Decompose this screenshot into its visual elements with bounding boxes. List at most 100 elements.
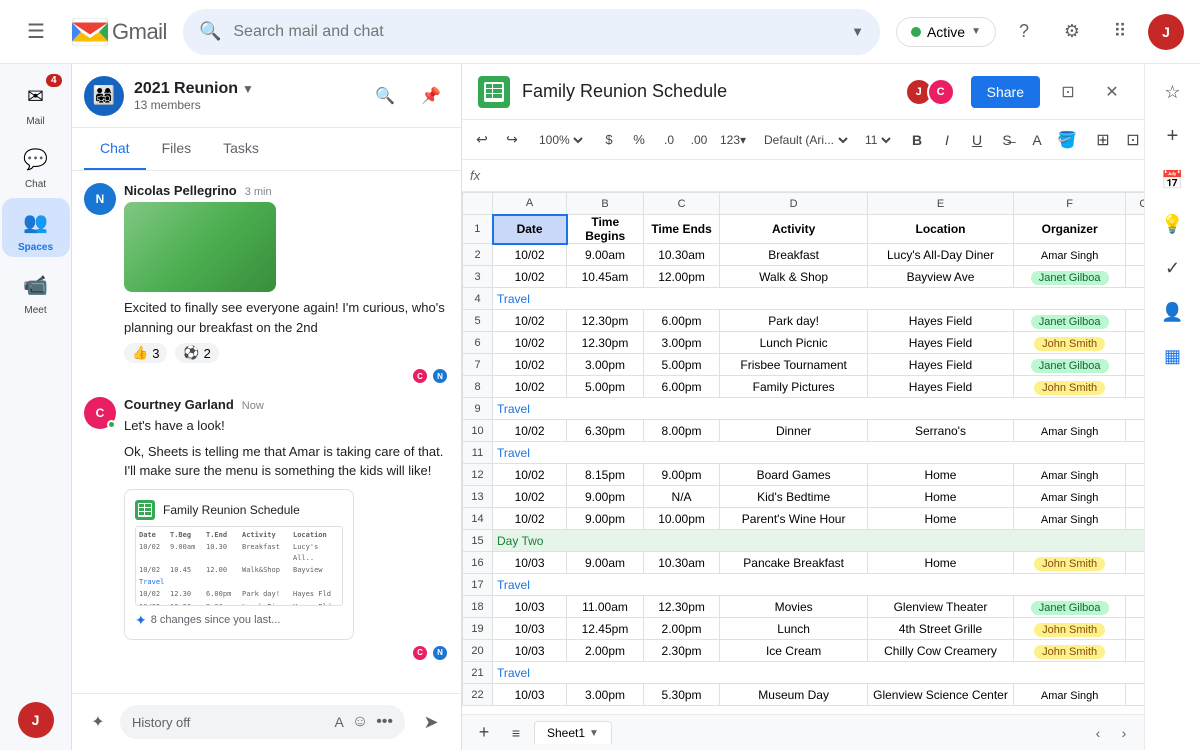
decimal-button-2[interactable]: .00 (685, 126, 713, 154)
header-date[interactable]: Date (493, 215, 567, 244)
formula-input[interactable] (488, 168, 1136, 183)
table-row: 5 10/02 12.30pm 6.00pm Park day! Hayes F… (463, 310, 1145, 332)
soccer-reaction[interactable]: ⚽ 2 (175, 343, 218, 363)
right-sheets-side-icon[interactable]: ▦ (1153, 336, 1193, 376)
cell-activity[interactable]: Walk & Shop (720, 266, 868, 288)
gemini-icon[interactable]: ✦ (84, 708, 112, 736)
number-format-button[interactable]: 123▾ (715, 126, 751, 154)
italic-button[interactable]: I (933, 126, 961, 154)
tab-files[interactable]: Files (146, 128, 208, 170)
search-input[interactable] (233, 23, 839, 41)
search-bar[interactable]: 🔍 ▼ (183, 9, 880, 55)
strikethrough-button[interactable]: S̶ (993, 126, 1021, 154)
chat-input-wrapper[interactable]: History off A ☺ ••• (120, 705, 405, 739)
percent-button[interactable]: % (625, 126, 653, 154)
right-add-icon[interactable]: + (1153, 116, 1193, 156)
cell-location[interactable]: Lucy's All-Day Diner (867, 244, 1013, 266)
cell-activity[interactable]: Breakfast (720, 244, 868, 266)
apps-icon[interactable]: ⠿ (1100, 12, 1140, 52)
sheets-list-button[interactable]: ≡ (502, 719, 530, 747)
zoom-select[interactable]: 100% (534, 126, 587, 154)
font-size-select[interactable]: 11 (860, 126, 895, 154)
scroll-left-icon[interactable]: ‹ (1086, 721, 1110, 745)
cell-time-begins[interactable]: 10.45am (567, 266, 644, 288)
cell-organizer[interactable]: Janet Gilboa (1014, 266, 1126, 288)
search-dropdown-icon[interactable]: ▼ (851, 24, 864, 39)
right-tasks-icon[interactable]: ✓ (1153, 248, 1193, 288)
emoji-icon[interactable]: ☺ (352, 713, 368, 731)
col-header-g[interactable]: G (1126, 193, 1144, 215)
col-header-f[interactable]: F (1014, 193, 1126, 215)
table-row: 4 Travel (463, 288, 1145, 310)
tab-tasks[interactable]: Tasks (207, 128, 275, 170)
tab-chat[interactable]: Chat (84, 128, 146, 170)
top-right-actions: Active ▼ ? ⚙ ⠿ J (896, 12, 1184, 52)
borders-button[interactable]: ⊞ (1089, 126, 1117, 154)
add-sheet-button[interactable]: + (470, 719, 498, 747)
sheet-tab-chevron[interactable]: ▼ (589, 728, 599, 739)
active-status-pill[interactable]: Active ▼ (896, 17, 996, 47)
dollar-button[interactable]: $ (595, 126, 623, 154)
decimal-button-1[interactable]: .0 (655, 126, 683, 154)
cell-time-ends[interactable]: 12.00pm (643, 266, 720, 288)
cell-location[interactable]: Bayview Ave (867, 266, 1013, 288)
cell-time-ends[interactable]: 10.30am (643, 244, 720, 266)
merge-button[interactable]: ⊡ (1119, 126, 1144, 154)
cell-organizer[interactable]: Amar Singh (1014, 244, 1126, 266)
share-button[interactable]: Share (971, 76, 1040, 108)
open-in-new-icon[interactable]: ⊡ (1052, 76, 1084, 108)
right-keep-icon[interactable]: 💡 (1153, 204, 1193, 244)
sidebar-item-meet[interactable]: 📹 Meet (2, 261, 70, 320)
reaction-user-avatar-2: N (431, 367, 449, 385)
right-contacts-icon[interactable]: 👤 (1153, 292, 1193, 332)
text-color-button[interactable]: A (1023, 126, 1051, 154)
cell-time-begins[interactable]: 9.00am (567, 244, 644, 266)
col-header-c[interactable]: C (643, 193, 720, 215)
header-activity[interactable]: Activity (720, 215, 868, 244)
col-header-e[interactable]: E (867, 193, 1013, 215)
sidebar-item-spaces[interactable]: 👥 Spaces (2, 198, 70, 257)
cell-travel[interactable]: Travel (493, 288, 1145, 310)
col-header-a[interactable]: A (493, 193, 567, 215)
undo-button[interactable]: ↩ (468, 126, 496, 154)
pin-icon[interactable]: 📌 (413, 78, 449, 114)
header-g[interactable] (1126, 215, 1144, 244)
sheet-tab-sheet1[interactable]: Sheet1 ▼ (534, 721, 612, 744)
search-in-chat-icon[interactable]: 🔍 (367, 78, 403, 114)
close-sheet-icon[interactable]: ✕ (1096, 76, 1128, 108)
sidebar-item-chat[interactable]: 💬 Chat (2, 135, 70, 194)
courtney-time: Now (242, 400, 264, 412)
col-header-b[interactable]: B (567, 193, 644, 215)
font-family-select[interactable]: Default (Ari... (759, 126, 852, 154)
right-star-icon[interactable]: ☆ (1153, 72, 1193, 112)
thumbs-up-reaction[interactable]: 👍 3 (124, 343, 167, 363)
header-location[interactable]: Location (867, 215, 1013, 244)
text-format-icon[interactable]: A (335, 714, 344, 730)
more-options-icon[interactable]: ••• (376, 713, 393, 731)
scroll-right-icon[interactable]: › (1112, 721, 1136, 745)
col-header-d[interactable]: D (720, 193, 868, 215)
bold-button[interactable]: B (903, 126, 931, 154)
settings-icon[interactable]: ⚙ (1052, 12, 1092, 52)
underline-button[interactable]: U (963, 126, 991, 154)
sheet-mini-preview: DateT.BegT.EndActivityLocationOrg. 10/02… (135, 526, 343, 606)
cell-g[interactable] (1126, 266, 1144, 288)
send-button[interactable]: ➤ (413, 704, 449, 740)
sheet-card[interactable]: Family Reunion Schedule DateT.BegT.EndAc… (124, 489, 354, 640)
right-calendar-icon[interactable]: 📅 (1153, 160, 1193, 200)
header-time-begins[interactable]: Time Begins (567, 215, 644, 244)
cell-date[interactable]: 10/02 (493, 266, 567, 288)
header-time-ends[interactable]: Time Ends (643, 215, 720, 244)
header-organizer[interactable]: Organizer (1014, 215, 1126, 244)
user-avatar[interactable]: J (1148, 14, 1184, 50)
help-icon[interactable]: ? (1004, 12, 1044, 52)
group-name-chevron[interactable]: ▼ (242, 82, 254, 96)
sidebar-item-mail[interactable]: ✉ Mail 4 (2, 72, 70, 131)
left-sidebar: ✉ Mail 4 💬 Chat 👥 Spaces 📹 Meet J (0, 64, 72, 750)
fill-color-button[interactable]: 🪣 (1053, 126, 1081, 154)
cell-g[interactable] (1126, 244, 1144, 266)
cell-date[interactable]: 10/02 (493, 244, 567, 266)
hamburger-icon[interactable]: ☰ (16, 12, 56, 52)
bottom-user-avatar[interactable]: J (18, 702, 54, 738)
redo-button[interactable]: ↪ (498, 126, 526, 154)
